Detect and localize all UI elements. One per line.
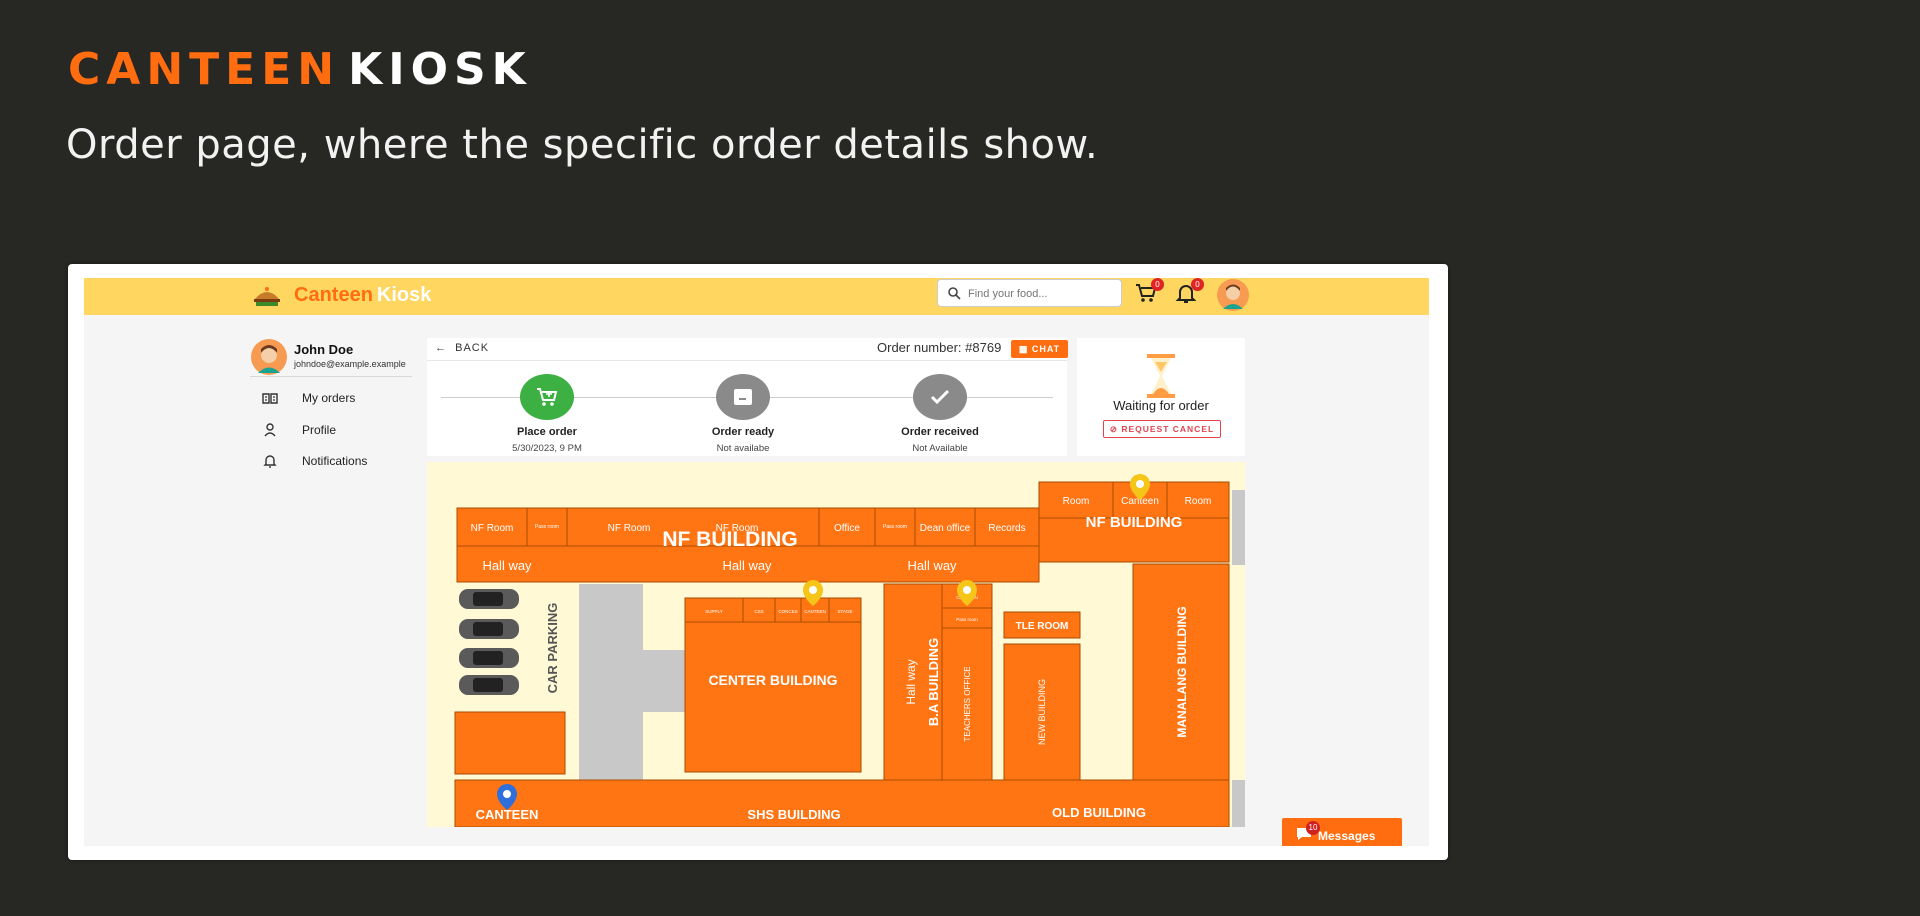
map-label: Pass room [956,617,978,622]
map-label-nf-building-right: NF BUILDING [1086,514,1183,531]
order-card-divider [427,360,1067,361]
parked-cars [459,589,519,695]
notifications-button[interactable]: 0 [1174,278,1204,307]
map-label: Dean office [920,523,971,534]
top-navbar: CanteenKiosk 0 0 [84,278,1429,315]
map-label: NF Room [608,523,651,534]
back-arrow-icon: ← [435,342,447,354]
map-label: Pass room [535,524,559,530]
profile-icon [264,423,276,437]
map-label: Office [834,523,860,534]
request-cancel-label: REQUEST CANCEL [1121,424,1215,434]
request-cancel-button[interactable]: ⊘ REQUEST CANCEL [1103,420,1221,438]
step-order-received: Order received Not Available [870,374,1010,454]
map-label: NF Room [471,523,514,534]
step-detail: Not Available [912,443,968,454]
chat-button[interactable]: ▩ CHAT [1011,340,1068,358]
canteen-logo-icon [254,287,280,306]
profile-avatar-icon [251,339,287,375]
map-label-tle-room: TLE ROOM [1016,621,1069,632]
step-circle [520,374,574,420]
chat-icon: ▩ [1018,344,1029,354]
order-status-card: Waiting for order ⊘ REQUEST CANCEL [1077,338,1245,456]
sidebar-item-profile[interactable]: Profile [262,420,412,440]
orders-icon [262,393,278,404]
campus-map-svg: NF Room Pass room NF Room NF Room Office… [454,474,1245,827]
map-label: SUPPLY [705,609,722,614]
sidebar-divider [250,376,412,377]
bell-icon [263,455,277,468]
step-detail: Not availabe [716,443,770,454]
order-number: Order number: #8769 [877,340,1002,355]
step-order-ready: Order ready Not availabe [673,374,813,454]
tray-icon [734,389,752,405]
map-label-nf-building: NF BUILDING [662,528,797,551]
map-label-old-building: OLD BUILDING [1052,805,1146,820]
sidebar-item-notifications[interactable]: Notifications [262,451,412,471]
map-label-manalang-building: MANALANG BUILDING [1175,606,1189,737]
step-circle [913,374,967,420]
messages-label: Messages [1318,829,1376,843]
step-title: Place order [517,426,577,438]
map-label: CANTEEN [804,609,826,614]
slide-title-part2: KIOSK [348,44,532,95]
sidebar-item-label: Profile [302,423,337,437]
map-label-hallway: Hall way [904,659,918,704]
map-label-shs-building: SHS BUILDING [747,807,840,822]
map-label: Records [988,523,1025,534]
step-title: Order received [901,426,979,438]
map-label-hallway: Hall way [907,558,957,573]
sidebar-item-label: My orders [302,391,356,405]
back-button[interactable]: ← BACK [435,342,489,354]
order-status-text: Waiting for order [1113,398,1209,413]
chat-label: CHAT [1031,344,1061,354]
back-label: BACK [455,342,490,354]
step-place-order: Place order 5/30/2023, 9 PM [477,374,617,454]
cart-count-badge: 0 [1151,278,1164,291]
campus-map: NF Room Pass room NF Room NF Room Office… [427,462,1245,827]
map-label-center-building: CENTER BUILDING [708,672,837,688]
map-label: CONCES [778,609,797,614]
slide-title: CANTEEN KIOSK [68,44,532,95]
app-screen: CanteenKiosk 0 0 [84,278,1429,846]
map-label-hallway: Hall way [482,558,532,573]
messages-button[interactable]: 10 Messages [1282,818,1402,846]
check-icon [930,389,950,405]
search-input[interactable] [966,283,1120,305]
slide-subtitle: Order page, where the specific order det… [66,122,1099,168]
slide-title-part1: CANTEEN [68,44,341,95]
search-icon [948,287,961,300]
user-name: John Doe [294,342,354,357]
step-circle [716,374,770,420]
sidebar-item-label: Notifications [302,454,368,468]
map-label: Room [1185,496,1212,507]
app-logo[interactable]: Canteen Kiosk [294,284,431,307]
map-label-ba-building: B.A BUILDING [926,638,941,726]
step-title: Order ready [711,426,775,438]
map-label: Pass room [883,524,907,530]
cart-icon [537,388,558,406]
map-label: Room [1063,496,1090,507]
user-email: johndoe@example.example [294,359,406,369]
cancel-icon: ⊘ [1109,424,1118,434]
notification-count-badge: 0 [1191,278,1204,291]
screenshot-frame: CanteenKiosk 0 0 [68,264,1448,860]
order-tracking-card: ← BACK Order number: #8769 ▩ CHAT Place … [427,338,1068,456]
hourglass-icon [1147,354,1175,398]
map-label-hallway: Hall way [722,558,772,573]
logo-text-part2: Kiosk [376,284,432,306]
map-label-teachers-office: TEACHERS OFFICE [963,666,972,741]
map-label: CSS [754,609,763,614]
logo-text-part1: Canteen [294,284,373,306]
user-avatar-icon[interactable] [1216,278,1250,312]
map-label-car-parking: CAR PARKING [545,603,560,694]
cart-button[interactable]: 0 [1134,278,1164,307]
step-detail: 5/30/2023, 9 PM [512,443,582,454]
map-label: STAGE [838,609,853,614]
map-label-new-building: NEW BUILDING [1037,679,1047,745]
sidebar-item-my-orders[interactable]: My orders [262,388,412,408]
search-box[interactable] [937,279,1122,307]
